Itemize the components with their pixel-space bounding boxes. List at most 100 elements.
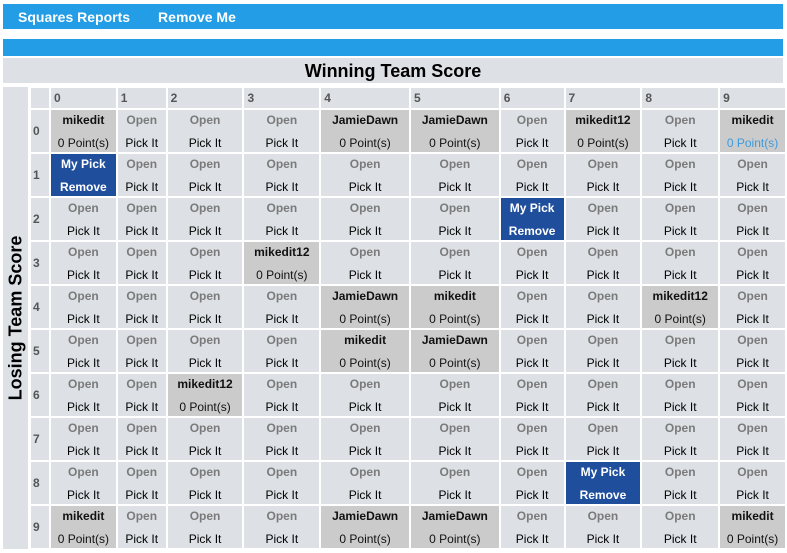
square-0-1[interactable]: Open Pick It <box>117 110 166 152</box>
pick-it-link[interactable]: Pick It <box>168 312 243 326</box>
square-0-8[interactable]: Open Pick It <box>642 110 719 152</box>
square-6-1[interactable]: Open Pick It <box>117 374 166 416</box>
pick-it-link[interactable]: Pick It <box>168 268 243 282</box>
pick-it-link[interactable]: Pick It <box>244 488 319 502</box>
square-5-8[interactable]: Open Pick It <box>642 330 719 372</box>
square-1-2[interactable]: Open Pick It <box>167 154 243 196</box>
square-9-3[interactable]: Open Pick It <box>244 506 320 548</box>
pick-it-link[interactable]: Pick It <box>642 532 718 546</box>
square-8-4[interactable]: Open Pick It <box>321 462 409 504</box>
pick-it-link[interactable]: Pick It <box>642 400 718 414</box>
square-6-0[interactable]: Open Pick It <box>50 374 116 416</box>
square-1-5[interactable]: Open Pick It <box>410 154 499 196</box>
pick-it-link[interactable]: Pick It <box>51 268 116 282</box>
square-7-1[interactable]: Open Pick It <box>117 418 166 460</box>
pick-it-link[interactable]: Pick It <box>411 268 499 282</box>
pick-it-link[interactable]: Pick It <box>244 312 319 326</box>
pick-it-link[interactable]: Pick It <box>566 356 641 370</box>
pick-it-link[interactable]: Pick It <box>244 356 319 370</box>
square-2-6[interactable]: My Pick Remove <box>500 198 564 240</box>
square-0-6[interactable]: Open Pick It <box>500 110 564 152</box>
square-3-7[interactable]: Open Pick It <box>565 242 641 284</box>
pick-it-link[interactable]: Pick It <box>566 444 641 458</box>
square-5-1[interactable]: Open Pick It <box>117 330 166 372</box>
pick-it-link[interactable]: Pick It <box>501 136 564 150</box>
pick-it-link[interactable]: Pick It <box>411 488 499 502</box>
pick-it-link[interactable]: Pick It <box>566 180 641 194</box>
square-8-3[interactable]: Open Pick It <box>244 462 320 504</box>
pick-it-link[interactable]: Pick It <box>720 488 785 502</box>
pick-it-link[interactable]: Pick It <box>411 180 499 194</box>
square-7-2[interactable]: Open Pick It <box>167 418 243 460</box>
pick-it-link[interactable]: Pick It <box>411 224 499 238</box>
square-6-6[interactable]: Open Pick It <box>500 374 564 416</box>
nav-remove-me[interactable]: Remove Me <box>158 9 236 25</box>
pick-it-link[interactable]: Pick It <box>720 180 785 194</box>
square-3-4[interactable]: Open Pick It <box>321 242 409 284</box>
pick-it-link[interactable]: Pick It <box>118 180 166 194</box>
square-2-8[interactable]: Open Pick It <box>642 198 719 240</box>
square-4-7[interactable]: Open Pick It <box>565 286 641 328</box>
pick-it-link[interactable]: Pick It <box>168 444 243 458</box>
pick-it-link[interactable]: Pick It <box>321 400 409 414</box>
pick-it-link[interactable]: Pick It <box>642 268 718 282</box>
pick-it-link[interactable]: Pick It <box>642 224 718 238</box>
pick-it-link[interactable]: Pick It <box>51 224 116 238</box>
square-4-0[interactable]: Open Pick It <box>50 286 116 328</box>
square-6-3[interactable]: Open Pick It <box>244 374 320 416</box>
pick-it-link[interactable]: Pick It <box>118 312 166 326</box>
square-2-1[interactable]: Open Pick It <box>117 198 166 240</box>
pick-it-link[interactable]: Pick It <box>501 444 564 458</box>
pick-it-link[interactable]: Pick It <box>501 488 564 502</box>
square-6-5[interactable]: Open Pick It <box>410 374 499 416</box>
pick-it-link[interactable]: Pick It <box>501 312 564 326</box>
square-7-0[interactable]: Open Pick It <box>50 418 116 460</box>
pick-it-link[interactable]: Pick It <box>168 532 243 546</box>
square-2-3[interactable]: Open Pick It <box>244 198 320 240</box>
pick-it-link[interactable]: Pick It <box>566 312 641 326</box>
square-9-8[interactable]: Open Pick It <box>642 506 719 548</box>
square-8-1[interactable]: Open Pick It <box>117 462 166 504</box>
square-8-5[interactable]: Open Pick It <box>410 462 499 504</box>
pick-it-link[interactable]: Pick It <box>321 444 409 458</box>
square-0-3[interactable]: Open Pick It <box>244 110 320 152</box>
square-6-8[interactable]: Open Pick It <box>642 374 719 416</box>
pick-it-link[interactable]: Pick It <box>168 488 243 502</box>
square-1-6[interactable]: Open Pick It <box>500 154 564 196</box>
pick-it-link[interactable]: Pick It <box>321 224 409 238</box>
square-7-6[interactable]: Open Pick It <box>500 418 564 460</box>
remove-link[interactable]: Remove <box>51 180 116 194</box>
square-5-0[interactable]: Open Pick It <box>50 330 116 372</box>
pick-it-link[interactable]: Pick It <box>118 268 166 282</box>
pick-it-link[interactable]: Pick It <box>168 356 243 370</box>
square-9-1[interactable]: Open Pick It <box>117 506 166 548</box>
pick-it-link[interactable]: Pick It <box>720 400 785 414</box>
square-3-9[interactable]: Open Pick It <box>720 242 785 284</box>
square-5-9[interactable]: Open Pick It <box>720 330 785 372</box>
nav-squares-reports[interactable]: Squares Reports <box>18 9 130 25</box>
square-6-9[interactable]: Open Pick It <box>720 374 785 416</box>
square-7-9[interactable]: Open Pick It <box>720 418 785 460</box>
pick-it-link[interactable]: Pick It <box>720 268 785 282</box>
remove-link[interactable]: Remove <box>566 488 641 502</box>
pick-it-link[interactable]: Pick It <box>642 356 718 370</box>
square-3-0[interactable]: Open Pick It <box>50 242 116 284</box>
pick-it-link[interactable]: Pick It <box>51 400 116 414</box>
square-0-2[interactable]: Open Pick It <box>167 110 243 152</box>
pick-it-link[interactable]: Pick It <box>321 180 409 194</box>
pick-it-link[interactable]: Pick It <box>244 400 319 414</box>
square-8-0[interactable]: Open Pick It <box>50 462 116 504</box>
square-5-3[interactable]: Open Pick It <box>244 330 320 372</box>
square-6-4[interactable]: Open Pick It <box>321 374 409 416</box>
square-3-5[interactable]: Open Pick It <box>410 242 499 284</box>
square-2-9[interactable]: Open Pick It <box>720 198 785 240</box>
pick-it-link[interactable]: Pick It <box>51 444 116 458</box>
pick-it-link[interactable]: Pick It <box>51 312 116 326</box>
square-7-8[interactable]: Open Pick It <box>642 418 719 460</box>
square-3-6[interactable]: Open Pick It <box>500 242 564 284</box>
square-5-2[interactable]: Open Pick It <box>167 330 243 372</box>
pick-it-link[interactable]: Pick It <box>642 488 718 502</box>
square-4-1[interactable]: Open Pick It <box>117 286 166 328</box>
pick-it-link[interactable]: Pick It <box>168 224 243 238</box>
pick-it-link[interactable]: Pick It <box>118 488 166 502</box>
